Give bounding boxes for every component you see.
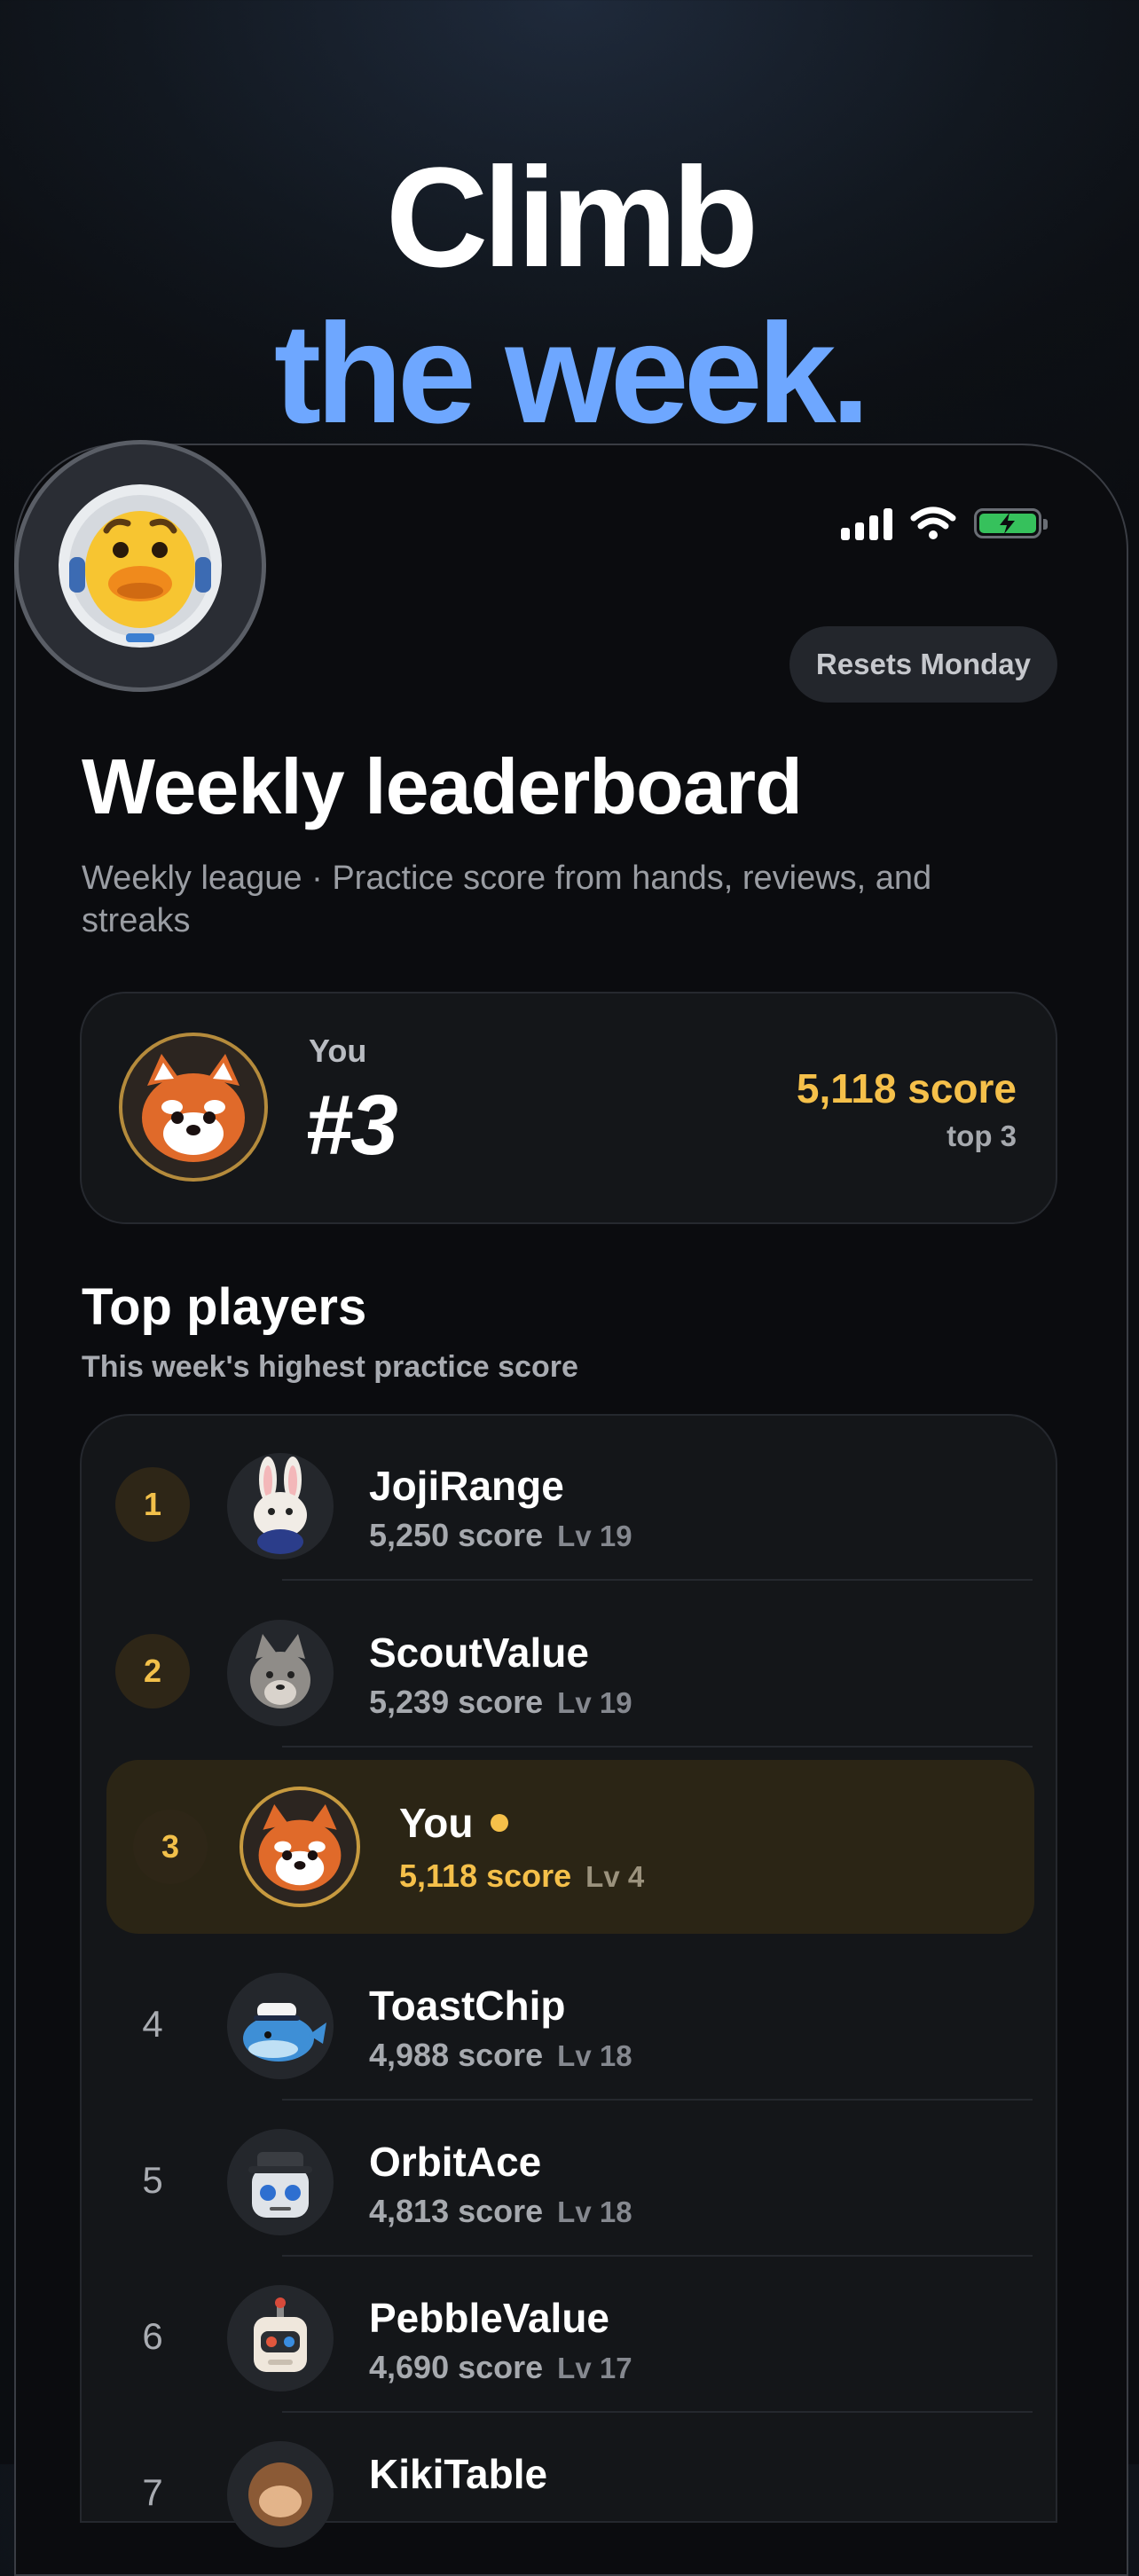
section-title: Top players [82,1278,367,1336]
player-score: 5,250 score [369,1517,544,1553]
robot-avatar-icon [227,2285,334,2391]
player-level: Lv 4 [585,1860,645,1893]
my-rank-value: #3 [305,1078,398,1173]
hero-line-2: the week. [273,294,870,452]
page-subtitle: Weekly league · Practice score from hand… [82,860,932,939]
player-score: 5,118 score [399,1857,572,1894]
my-rank-label: You [309,1033,367,1069]
hero-line-1: Climb [385,137,758,296]
row-divider [282,1746,1033,1747]
robot-hat-avatar-icon [227,2129,334,2235]
player-level: Lv 17 [557,2352,632,2384]
player-meta: 5,250 score Lv 19 [369,1517,632,1554]
player-name: OrbitAce [369,2139,542,2185]
cellular-signal-icon [841,507,892,540]
red-panda-avatar-icon [240,1787,360,1907]
rank-number: 5 [142,2159,163,2201]
player-meta: 5,239 score Lv 19 [369,1684,632,1721]
current-user-dot [491,1813,509,1832]
player-name: KikiTable [369,2451,548,2497]
section-subtitle: This week's highest practice score [82,1350,578,1384]
player-name: JojiRange [369,1463,564,1509]
leaderboard-row[interactable]: 2 ScoutValue 5,239 score Lv 19 [82,1583,1057,1747]
wolf-avatar-icon [227,1620,334,1726]
rank-number: 6 [142,2315,163,2357]
page-title: Weekly leaderboard [82,742,803,830]
red-panda-avatar-icon [119,1033,268,1182]
reset-badge: Resets Monday [789,626,1057,703]
monkey-avatar-icon [227,2441,334,2548]
rank-medal: 1 [115,1467,190,1542]
player-name: ScoutValue [369,1630,589,1676]
player-level: Lv 18 [557,2195,632,2228]
player-score: 4,988 score [369,2037,544,2073]
bunny-avatar-icon [227,1453,334,1559]
player-level: Lv 19 [557,1520,632,1552]
leaderboard-row-current-user[interactable]: 3 You 5,118 score Lv 4 [106,1760,1034,1934]
my-score: 5,118 score [796,1065,1017,1111]
player-name: You [399,1799,509,1847]
row-divider [282,1579,1033,1581]
leaderboard-list: 1 JojiRange 5,250 score Lv 19 2 ScoutVal… [80,1414,1057,2548]
rank-medal: 3 [133,1810,208,1884]
player-name: PebbleValue [369,2295,610,2341]
player-score: 5,239 score [369,1684,544,1720]
rank-number: 4 [142,2003,163,2045]
rank-number: 7 [142,2471,163,2513]
player-meta: 4,813 score Lv 18 [369,2193,632,2230]
battery-charging-icon [974,508,1048,538]
player-level: Lv 18 [557,2039,632,2072]
leaderboard-row[interactable]: 7 KikiTable [82,2404,1057,2569]
player-meta: 4,988 score Lv 18 [369,2037,632,2074]
player-score: 4,690 score [369,2349,544,2385]
rank-medal: 2 [115,1634,190,1708]
player-score: 4,813 score [369,2193,544,2229]
player-name: ToastChip [369,1983,566,2029]
leaderboard-row[interactable]: 4 ToastChip 4,988 score Lv 18 [82,1936,1057,2101]
leaderboard-row[interactable]: 1 JojiRange 5,250 score Lv 19 [82,1416,1057,1581]
wifi-icon [910,507,956,539]
player-meta: 5,118 score Lv 4 [399,1857,644,1895]
leaderboard-row[interactable]: 5 OrbitAce 4,813 score Lv 18 [82,2092,1057,2257]
my-rank-tier: top 3 [947,1119,1017,1152]
status-bar [841,506,1048,541]
duck-astronaut-icon [14,440,266,692]
whale-avatar-icon [227,1973,334,2079]
player-level: Lv 19 [557,1686,632,1719]
my-rank-card[interactable]: You #3 5,118 score top 3 [80,992,1057,1224]
leaderboard-row[interactable]: 6 PebbleValue 4,690 score Lv 17 [82,2248,1057,2413]
player-meta: 4,690 score Lv 17 [369,2349,632,2386]
